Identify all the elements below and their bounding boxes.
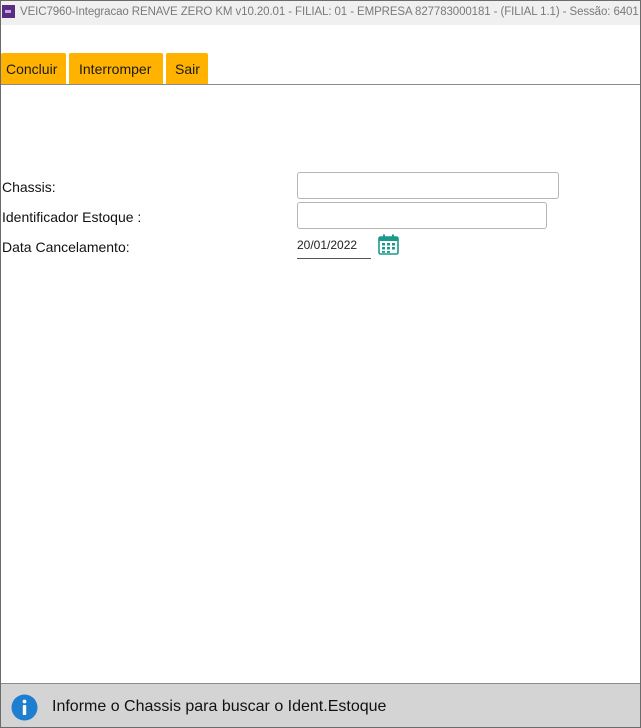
app-window: VEIC7960-Integracao RENAVE ZERO KM v10.2… [0, 0, 641, 728]
title-bar: VEIC7960-Integracao RENAVE ZERO KM v10.2… [1, 1, 640, 25]
identificador-estoque-input[interactable] [297, 202, 547, 229]
action-toolbar: Concluir Interromper Sair [1, 53, 208, 84]
toolbar-divider [1, 84, 640, 85]
window-title: VEIC7960-Integracao RENAVE ZERO KM v10.2… [20, 6, 639, 18]
identificador-estoque-label: Identificador Estoque : [2, 209, 142, 225]
interromper-button[interactable]: Interromper [69, 53, 163, 84]
data-cancelamento-label: Data Cancelamento: [2, 239, 130, 255]
sair-button[interactable]: Sair [166, 53, 208, 84]
status-message: Informe o Chassis para buscar o Ident.Es… [52, 698, 387, 715]
status-bar: Informe o Chassis para buscar o Ident.Es… [1, 683, 640, 727]
info-icon [11, 694, 38, 721]
chassis-label: Chassis: [2, 179, 56, 195]
calendar-icon[interactable] [378, 234, 399, 255]
chassis-input[interactable] [297, 172, 559, 199]
data-cancelamento-input[interactable]: 20/01/2022 [297, 237, 371, 259]
app-logo-icon [2, 5, 15, 18]
concluir-button[interactable]: Concluir [1, 53, 66, 84]
